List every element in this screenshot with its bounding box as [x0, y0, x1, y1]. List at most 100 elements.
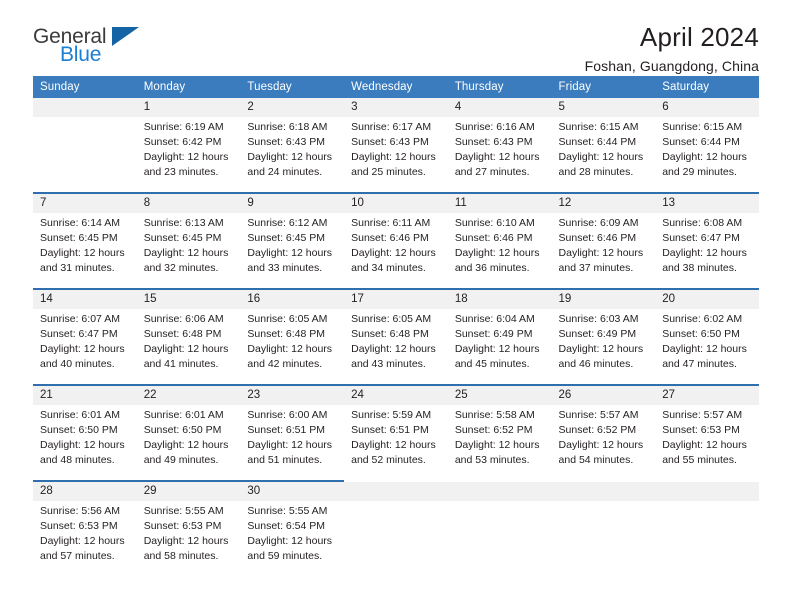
- sunset-text: Sunset: 6:43 PM: [351, 135, 429, 148]
- daylight-text-line1: Daylight: 12 hours: [247, 150, 333, 163]
- day-number-cell[interactable]: 12: [551, 194, 656, 213]
- daylight-text-line2: and 25 minutes.: [351, 165, 426, 178]
- day-number-cell[interactable]: 17: [344, 290, 448, 309]
- sunrise-text: Sunrise: 6:04 AM: [454, 313, 535, 325]
- title-block: April 2024 Foshan, Guangdong, China: [585, 22, 759, 74]
- day-number-cell[interactable]: 9: [240, 194, 345, 213]
- day-number-cell[interactable]: 27: [655, 386, 759, 405]
- day-detail-cell[interactable]: Sunrise: 5:55 AM Sunset: 6:53 PM Daylight:…: [137, 501, 241, 576]
- sunset-text: Sunset: 6:53 PM: [40, 519, 118, 532]
- day-detail-cell[interactable]: Sunrise: 6:03 AM Sunset: 6:49 PM Daylight:…: [552, 309, 656, 384]
- daylight-text-line2: and 41 minutes.: [143, 357, 219, 370]
- day-detail-cell[interactable]: Sunrise: 5:59 AM Sunset: 6:51 PM Daylight:…: [344, 405, 448, 480]
- daylight-text-line1: Daylight: 12 hours: [662, 342, 747, 355]
- day-detail-cell[interactable]: Sunrise: 5:57 AM Sunset: 6:53 PM Daylight:…: [655, 405, 759, 480]
- day-detail-cell[interactable]: Sunrise: 6:15 AM Sunset: 6:44 PM Daylight:…: [552, 117, 656, 192]
- logo-triangle-icon: [112, 27, 139, 46]
- daylight-text-line2: and 49 minutes.: [143, 453, 219, 466]
- day-detail-cell-empty: [655, 501, 759, 576]
- day-detail-cell[interactable]: Sunrise: 6:10 AM Sunset: 6:46 PM Daylight:…: [448, 213, 552, 288]
- day-number-cell[interactable]: 6: [655, 98, 759, 117]
- day-number-cell[interactable]: 15: [136, 290, 241, 309]
- daylight-text-line2: and 52 minutes.: [351, 453, 426, 466]
- sunset-text: Sunset: 6:43 PM: [247, 135, 326, 148]
- day-detail-cell[interactable]: Sunrise: 5:58 AM Sunset: 6:52 PM Daylight:…: [448, 405, 552, 480]
- daylight-text-line1: Daylight: 12 hours: [143, 342, 229, 355]
- day-number-cell[interactable]: 3: [344, 98, 448, 117]
- day-number-cell[interactable]: 25: [447, 386, 552, 405]
- day-detail-cell[interactable]: Sunrise: 6:12 AM Sunset: 6:45 PM Daylight:…: [240, 213, 344, 288]
- sunrise-sunset-calendar: Sunday Monday Tuesday Wednesday Thursday…: [33, 76, 759, 576]
- daylight-text-line1: Daylight: 12 hours: [454, 438, 540, 451]
- weekday-header-row: Sunday Monday Tuesday Wednesday Thursday…: [33, 76, 759, 98]
- daylight-text-line2: and 58 minutes.: [143, 549, 219, 562]
- daylight-text-line2: and 46 minutes.: [558, 357, 634, 370]
- daylight-text-line2: and 55 minutes.: [662, 453, 737, 466]
- day-detail-cell[interactable]: Sunrise: 6:14 AM Sunset: 6:45 PM Daylight:…: [33, 213, 137, 288]
- day-detail-cell[interactable]: Sunrise: 6:04 AM Sunset: 6:49 PM Daylight:…: [448, 309, 552, 384]
- daylight-text-line2: and 57 minutes.: [40, 549, 115, 562]
- day-detail-cell[interactable]: Sunrise: 6:16 AM Sunset: 6:43 PM Daylight:…: [448, 117, 552, 192]
- day-number-cell[interactable]: 14: [33, 290, 137, 309]
- daylight-text-line2: and 23 minutes.: [143, 165, 219, 178]
- day-detail-cell[interactable]: Sunrise: 6:02 AM Sunset: 6:50 PM Daylight:…: [655, 309, 759, 384]
- day-detail-cell[interactable]: Sunrise: 6:00 AM Sunset: 6:51 PM Daylight:…: [240, 405, 344, 480]
- day-number-cell[interactable]: 5: [551, 98, 656, 117]
- day-detail-cell[interactable]: Sunrise: 6:01 AM Sunset: 6:50 PM Daylight:…: [33, 405, 137, 480]
- daylight-text-line2: and 28 minutes.: [558, 165, 634, 178]
- day-number-cell[interactable]: 22: [136, 386, 241, 405]
- daylight-text-line1: Daylight: 12 hours: [662, 438, 747, 451]
- day-detail-cell[interactable]: Sunrise: 6:05 AM Sunset: 6:48 PM Daylight:…: [240, 309, 344, 384]
- sunrise-text: Sunrise: 6:17 AM: [351, 121, 432, 133]
- week-daynumber-row: 123456: [33, 98, 759, 117]
- day-number-cell[interactable]: 28: [33, 482, 137, 501]
- sunset-text: Sunset: 6:49 PM: [454, 327, 533, 340]
- daylight-text-line2: and 36 minutes.: [454, 261, 530, 274]
- day-number-cell[interactable]: 30: [240, 482, 345, 501]
- day-number-cell[interactable]: 19: [551, 290, 656, 309]
- daylight-text-line2: and 51 minutes.: [247, 453, 323, 466]
- day-detail-cell[interactable]: Sunrise: 6:17 AM Sunset: 6:43 PM Daylight:…: [344, 117, 448, 192]
- page-title: April 2024: [639, 22, 759, 52]
- day-number-cell[interactable]: 16: [240, 290, 345, 309]
- day-detail-cell[interactable]: Sunrise: 6:01 AM Sunset: 6:50 PM Daylight:…: [137, 405, 241, 480]
- day-number-cell[interactable]: 21: [33, 386, 137, 405]
- day-number-cell[interactable]: 13: [655, 194, 759, 213]
- day-detail-cell[interactable]: Sunrise: 5:56 AM Sunset: 6:53 PM Daylight:…: [33, 501, 137, 576]
- day-detail-cell[interactable]: Sunrise: 6:19 AM Sunset: 6:42 PM Daylight:…: [137, 117, 241, 192]
- day-detail-cell[interactable]: Sunrise: 6:11 AM Sunset: 6:46 PM Daylight:…: [344, 213, 448, 288]
- day-number-cell[interactable]: 23: [240, 386, 345, 405]
- daylight-text-line1: Daylight: 12 hours: [247, 342, 333, 355]
- day-detail-cell[interactable]: Sunrise: 6:09 AM Sunset: 6:46 PM Daylight:…: [552, 213, 656, 288]
- day-number-cell[interactable]: 4: [447, 98, 552, 117]
- day-detail-cell[interactable]: Sunrise: 5:55 AM Sunset: 6:54 PM Daylight:…: [240, 501, 344, 576]
- sunset-text: Sunset: 6:52 PM: [454, 423, 533, 436]
- daylight-text-line2: and 40 minutes.: [40, 357, 115, 370]
- sunrise-text: Sunrise: 6:02 AM: [662, 313, 743, 325]
- day-number-cell[interactable]: 7: [33, 194, 137, 213]
- day-number-cell[interactable]: 8: [136, 194, 241, 213]
- sunset-text: Sunset: 6:43 PM: [454, 135, 533, 148]
- day-detail-cell[interactable]: Sunrise: 6:08 AM Sunset: 6:47 PM Daylight:…: [655, 213, 759, 288]
- day-number-cell[interactable]: 1: [136, 98, 241, 117]
- day-detail-cell[interactable]: Sunrise: 6:15 AM Sunset: 6:44 PM Daylight:…: [655, 117, 759, 192]
- day-number-cell[interactable]: 10: [344, 194, 448, 213]
- day-detail-cell[interactable]: Sunrise: 6:06 AM Sunset: 6:48 PM Daylight:…: [137, 309, 241, 384]
- day-number-cell[interactable]: 18: [447, 290, 552, 309]
- day-detail-cell[interactable]: Sunrise: 5:57 AM Sunset: 6:52 PM Daylight:…: [552, 405, 656, 480]
- day-number-cell[interactable]: 24: [344, 386, 448, 405]
- day-detail-cell[interactable]: Sunrise: 6:18 AM Sunset: 6:43 PM Daylight:…: [240, 117, 344, 192]
- day-number-cell[interactable]: 11: [447, 194, 552, 213]
- day-number-cell[interactable]: 20: [655, 290, 759, 309]
- day-detail-cell[interactable]: Sunrise: 6:05 AM Sunset: 6:48 PM Daylight:…: [344, 309, 448, 384]
- day-number-cell[interactable]: 26: [551, 386, 656, 405]
- logo-text-blue: Blue: [60, 43, 102, 66]
- sunrise-text: Sunrise: 6:13 AM: [143, 217, 224, 229]
- day-detail-cell[interactable]: Sunrise: 6:13 AM Sunset: 6:45 PM Daylight:…: [137, 213, 241, 288]
- daylight-text-line1: Daylight: 12 hours: [662, 150, 747, 163]
- daylight-text-line1: Daylight: 12 hours: [558, 246, 644, 259]
- day-number-cell[interactable]: 2: [240, 98, 345, 117]
- daylight-text-line2: and 59 minutes.: [247, 549, 323, 562]
- day-detail-cell[interactable]: Sunrise: 6:07 AM Sunset: 6:47 PM Daylight:…: [33, 309, 137, 384]
- day-number-cell[interactable]: 29: [136, 482, 241, 501]
